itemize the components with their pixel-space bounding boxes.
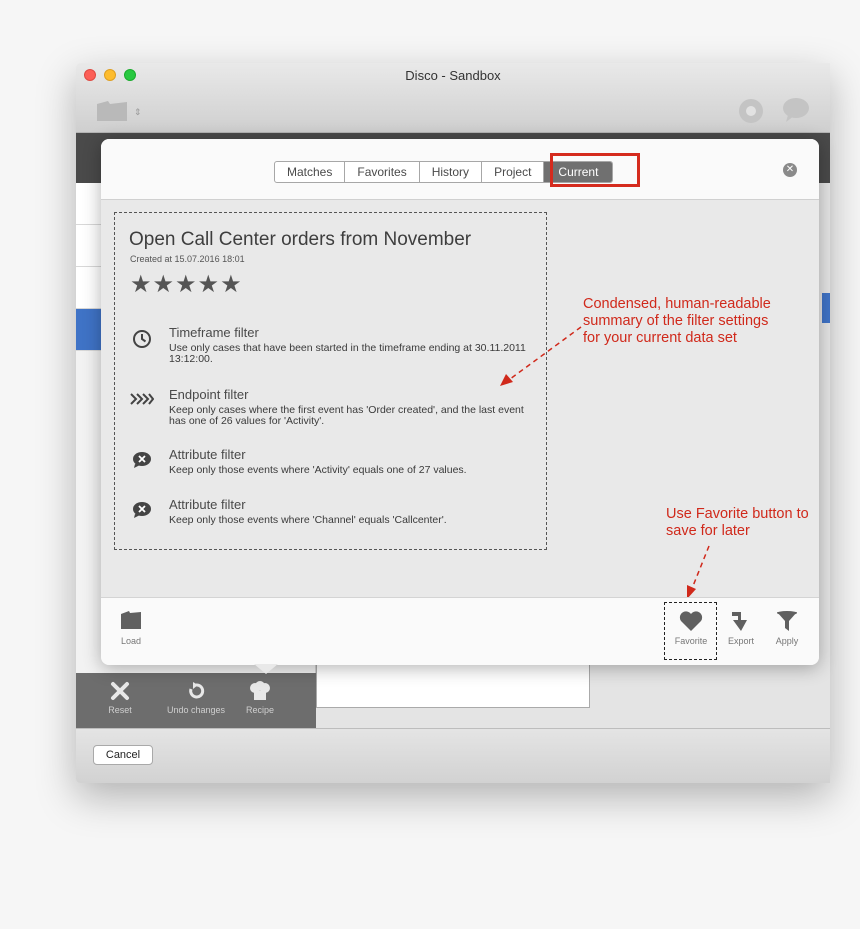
recipe-button[interactable]: Recipe <box>238 681 282 715</box>
settings-gear-icon[interactable] <box>736 96 766 131</box>
recipe-title: Open Call Center orders from November <box>129 229 472 250</box>
rating-stars: ★★★★★ <box>130 271 243 298</box>
tab-project[interactable]: Project <box>482 162 545 182</box>
load-folder-icon <box>119 610 143 636</box>
export-arrow-icon <box>723 610 759 636</box>
recipe-created-at: Created at 15.07.2016 18:01 <box>130 254 245 264</box>
tab-history[interactable]: History <box>420 162 483 182</box>
current-tab-highlight-box <box>550 153 640 187</box>
popover-header: Matches Favorites History Project Curren… <box>101 139 819 200</box>
filter-name: Attribute filter <box>169 497 246 512</box>
undo-icon <box>164 681 228 705</box>
filter-description: Keep only cases where the first event ha… <box>169 404 524 427</box>
popover-pointer <box>254 664 278 674</box>
filter-description: Keep only those events where 'Activity' … <box>169 464 467 476</box>
recipe-label: Recipe <box>245 705 274 715</box>
load-label: Load <box>120 636 142 646</box>
attribute-bubble-icon <box>130 451 154 474</box>
dialog-button-row: Cancel <box>76 728 830 783</box>
filter-name: Timeframe filter <box>169 325 259 340</box>
filter-name: Attribute filter <box>169 447 246 462</box>
tab-favorites[interactable]: Favorites <box>345 162 420 182</box>
undo-changes-button[interactable]: Undo changes <box>164 681 228 715</box>
tab-matches[interactable]: Matches <box>275 162 346 182</box>
titlebar: Disco - Sandbox ⇕ <box>76 63 830 133</box>
chef-hat-icon <box>238 681 282 705</box>
export-label: Export <box>727 636 754 646</box>
endpoint-chevrons-icon <box>130 391 155 412</box>
export-button[interactable]: Export <box>723 610 759 646</box>
clock-icon <box>130 329 154 354</box>
load-button[interactable]: Load <box>119 610 143 646</box>
favorite-button[interactable]: Favorite <box>667 610 715 646</box>
bottom-toolbar: Reset Undo changes Recipe <box>76 673 316 728</box>
apply-label: Apply <box>775 636 799 646</box>
annotation-summary: Condensed, human-readable summary of the… <box>583 296 771 346</box>
selection-indicator <box>822 293 830 323</box>
undo-label: Undo changes <box>166 705 226 715</box>
content-panel <box>316 663 590 708</box>
cancel-button[interactable]: Cancel <box>93 745 153 765</box>
recipe-popover: Matches Favorites History Project Curren… <box>101 139 819 665</box>
funnel-icon <box>769 610 805 636</box>
recipe-summary: Open Call Center orders from November Cr… <box>114 212 547 550</box>
annotation-arrow <box>500 326 582 386</box>
favorite-label: Favorite <box>674 636 708 646</box>
popover-footer: Load Favorite Export Apply <box>101 597 819 665</box>
folder-icon[interactable] <box>96 100 128 127</box>
filter-description: Use only cases that have been started in… <box>169 342 526 365</box>
filter-name: Endpoint filter <box>169 387 249 402</box>
annotation-arrow <box>687 545 710 599</box>
window-title: Disco - Sandbox <box>405 68 501 83</box>
reset-x-icon <box>96 681 144 705</box>
close-popover-icon[interactable]: ✕ <box>783 163 797 177</box>
filter-description: Keep only those events where 'Channel' e… <box>169 514 447 526</box>
attribute-bubble-icon <box>130 501 154 524</box>
apply-button[interactable]: Apply <box>769 610 805 646</box>
updown-icon[interactable]: ⇕ <box>134 107 142 118</box>
chat-icon[interactable] <box>782 97 810 128</box>
heart-icon <box>667 610 715 636</box>
reset-label: Reset <box>108 705 132 715</box>
annotation-favorite: Use Favorite button to save for later <box>666 506 809 539</box>
reset-button[interactable]: Reset <box>96 681 144 715</box>
